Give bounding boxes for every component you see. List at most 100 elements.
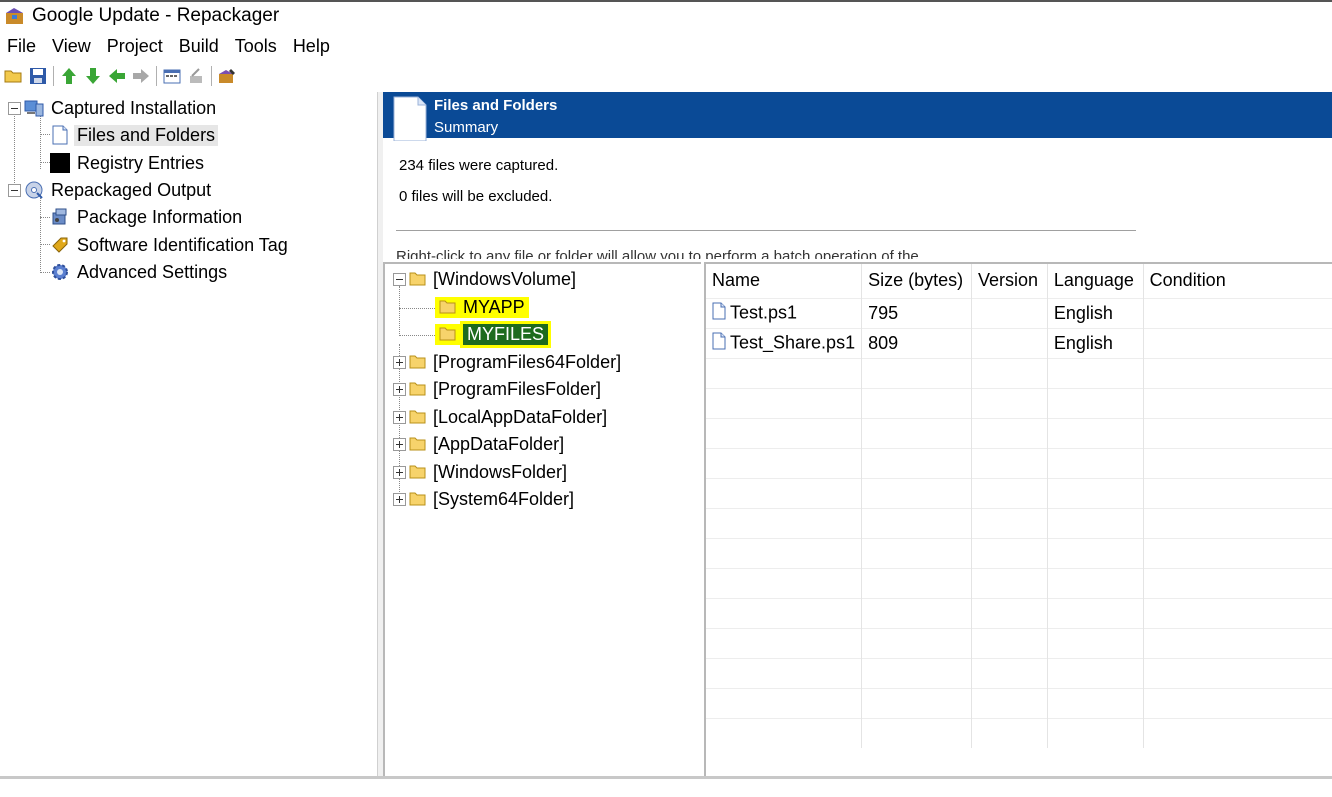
empty-row: [706, 657, 1332, 688]
column-header-version[interactable]: Version: [971, 264, 1048, 298]
nav-label: Registry Entries: [77, 152, 205, 173]
table-row[interactable]: Test_Share.ps1 809 English: [706, 327, 1332, 358]
menu-project[interactable]: Project: [99, 36, 171, 57]
tree-item-myfiles[interactable]: MYFILES: [435, 321, 549, 347]
empty-row: [706, 687, 1332, 718]
column-header-language[interactable]: Language: [1047, 264, 1144, 298]
collapse-icon[interactable]: [8, 101, 21, 115]
expand-icon[interactable]: [393, 410, 406, 424]
nav-label: Files and Folders: [74, 124, 219, 146]
back-icon[interactable]: [105, 64, 129, 88]
open-icon[interactable]: [2, 64, 26, 88]
build-icon[interactable]: [215, 64, 239, 88]
nav-label: Software Identification Tag: [77, 234, 288, 255]
title-bar: Google Update - Repackager: [0, 0, 1332, 30]
tree-item-windowsfolder[interactable]: [WindowsFolder]: [393, 459, 567, 485]
tree-label: [AppDataFolder]: [433, 433, 565, 454]
tree-item-programfilesfolder[interactable]: [ProgramFilesFolder]: [393, 376, 601, 402]
tree-item-system64folder[interactable]: [System64Folder]: [393, 486, 574, 512]
menu-bar: File View Project Build Tools Help: [0, 33, 338, 59]
file-language-cell: English: [1047, 327, 1144, 358]
folder-tree: [WindowsVolume] MYAPP MYFILES [ProgramFi…: [383, 262, 701, 776]
toolbar-separator: [211, 66, 212, 86]
tree-label: [System64Folder]: [433, 488, 575, 509]
tag-icon: [50, 235, 70, 255]
forward-icon[interactable]: [129, 64, 153, 88]
empty-row: [706, 717, 1332, 748]
nav-label: Repackaged Output: [51, 179, 212, 200]
tree-label: [ProgramFiles64Folder]: [433, 351, 622, 372]
move-down-icon[interactable]: [81, 64, 105, 88]
empty-row: [706, 357, 1332, 388]
nav-software-identification-tag[interactable]: Software Identification Tag: [50, 232, 291, 258]
disc-icon: [24, 180, 44, 200]
table-row[interactable]: Test.ps1 795 English: [706, 297, 1332, 328]
move-up-icon[interactable]: [57, 64, 81, 88]
captured-count-text: 234 files were captured.: [399, 157, 559, 174]
tree-label: [LocalAppDataFolder]: [433, 406, 608, 427]
expand-icon[interactable]: [393, 465, 406, 479]
save-icon[interactable]: [26, 64, 50, 88]
app-icon: [4, 6, 26, 26]
file-language-cell: English: [1047, 297, 1144, 328]
view-subtitle: Summary: [434, 119, 499, 136]
menu-view[interactable]: View: [44, 36, 99, 57]
menu-tools[interactable]: Tools: [227, 36, 285, 57]
table-header-row: Name Size (bytes) Version Language Condi…: [706, 264, 1332, 298]
tree-label: MYAPP: [463, 296, 525, 317]
collapse-icon[interactable]: [8, 183, 21, 197]
tree-item-windowsvolume[interactable]: [WindowsVolume]: [393, 266, 576, 292]
nav-registry-entries[interactable]: Registry Entries: [50, 150, 207, 176]
menu-help[interactable]: Help: [285, 36, 338, 57]
status-bar: [0, 776, 1332, 797]
folder-icon: [409, 491, 427, 507]
folder-icon: [439, 326, 457, 342]
empty-row: [706, 567, 1332, 598]
expand-icon[interactable]: [393, 355, 406, 369]
file-condition-cell: [1143, 297, 1332, 328]
delete-icon[interactable]: [184, 64, 208, 88]
package-info-icon: [50, 207, 70, 227]
file-icon: [712, 302, 726, 325]
tree-item-myapp[interactable]: MYAPP: [435, 294, 529, 320]
nav-files-and-folders[interactable]: Files and Folders: [50, 122, 219, 148]
file-name: Test_Share.ps1: [730, 331, 856, 352]
nav-package-information[interactable]: Package Information: [50, 204, 245, 230]
file-condition-cell: [1143, 327, 1332, 358]
instruction-text: Right-click to any file or folder will a…: [396, 247, 1296, 259]
nav-label: Captured Installation: [51, 97, 217, 118]
view-header: Files and Folders Summary: [383, 92, 1332, 142]
empty-row: [706, 417, 1332, 448]
menu-file[interactable]: File: [0, 36, 44, 57]
highlight: MYFILES: [435, 323, 549, 345]
nav-captured-installation[interactable]: Captured Installation: [8, 95, 219, 121]
column-header-size[interactable]: Size (bytes): [861, 264, 972, 298]
toolbar-separator: [156, 66, 157, 86]
nav-label: Package Information: [77, 206, 243, 227]
settings-icon: [50, 262, 70, 282]
column-header-condition[interactable]: Condition: [1143, 264, 1332, 298]
tree-item-appdatafolder[interactable]: [AppDataFolder]: [393, 431, 564, 457]
empty-row: [706, 477, 1332, 508]
tree-item-programfiles64folder[interactable]: [ProgramFiles64Folder]: [393, 349, 621, 375]
expand-icon[interactable]: [393, 492, 406, 506]
highlight: MYAPP: [435, 296, 529, 318]
expand-icon[interactable]: [393, 437, 406, 451]
tree-label: [WindowsVolume]: [433, 268, 577, 289]
folder-icon: [409, 354, 427, 370]
instruction-text-line: Right-click to any file or folder will a…: [396, 248, 936, 259]
nav-repackaged-output[interactable]: Repackaged Output: [8, 177, 214, 203]
column-header-name[interactable]: Name: [706, 264, 863, 298]
tree-item-localappdatafolder[interactable]: [LocalAppDataFolder]: [393, 404, 607, 430]
excluded-count-text: 0 files will be excluded.: [399, 188, 553, 205]
collapse-icon[interactable]: [393, 272, 406, 286]
nav-label: Advanced Settings: [77, 261, 228, 282]
properties-icon[interactable]: [160, 64, 184, 88]
menu-build[interactable]: Build: [171, 36, 227, 57]
nav-advanced-settings[interactable]: Advanced Settings: [50, 259, 230, 285]
expand-icon[interactable]: [393, 382, 406, 396]
toolbar: [0, 62, 239, 90]
summary-divider: [396, 230, 1136, 231]
folder-icon: [409, 436, 427, 452]
empty-row: [706, 447, 1332, 478]
